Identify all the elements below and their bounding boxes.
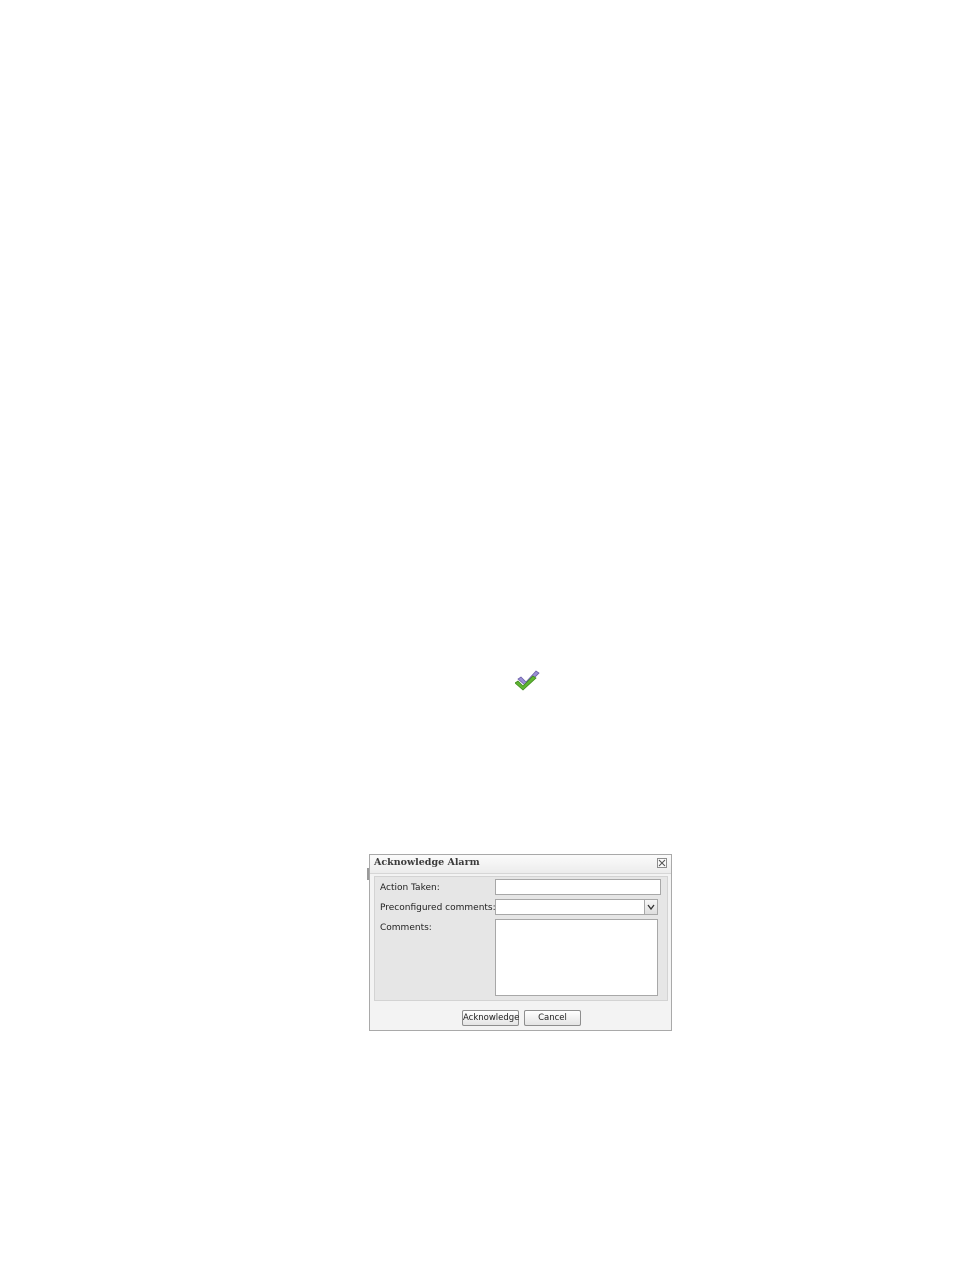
acknowledge-button[interactable]: Acknowledge	[462, 1010, 519, 1026]
preconfigured-comments-select[interactable]	[495, 899, 658, 915]
comments-textarea[interactable]	[495, 919, 658, 996]
preconfigured-comments-label: Preconfigured comments:	[380, 903, 496, 913]
action-taken-label: Action Taken:	[380, 883, 440, 893]
close-button[interactable]	[657, 858, 667, 868]
close-icon	[658, 859, 666, 867]
acknowledge-alarm-dialog: Acknowledge Alarm Action Taken: Preconfi…	[369, 854, 672, 1031]
form-panel: Action Taken: Preconfigured comments: Co…	[374, 876, 668, 1001]
comments-label: Comments:	[380, 923, 432, 933]
action-taken-input[interactable]	[495, 879, 661, 895]
dialog-title: Acknowledge Alarm	[374, 857, 480, 868]
dialog-titlebar[interactable]: Acknowledge Alarm	[370, 855, 671, 874]
cancel-button[interactable]: Cancel	[524, 1010, 581, 1026]
chevron-down-icon	[647, 904, 655, 911]
acknowledge-icon	[514, 668, 541, 692]
dropdown-toggle[interactable]	[644, 900, 657, 914]
